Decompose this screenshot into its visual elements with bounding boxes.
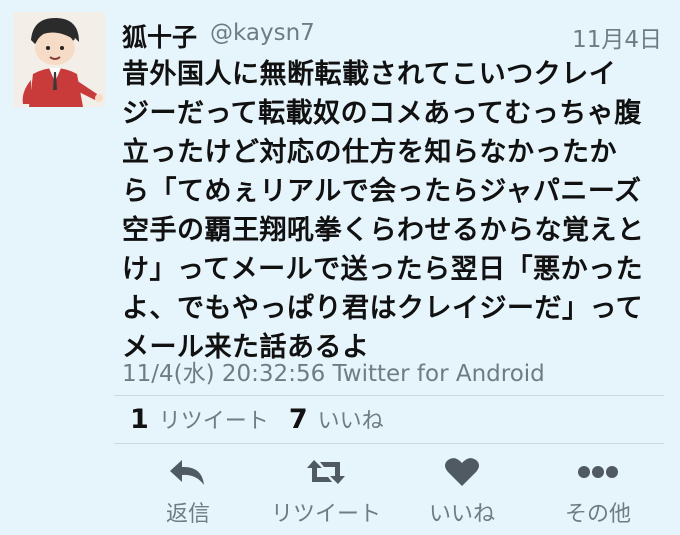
retweet-label: リツイート: [270, 502, 381, 527]
divider: [114, 443, 664, 444]
like-label: いいね: [428, 502, 495, 527]
retweet-icon: [307, 460, 345, 484]
like-button[interactable]: いいね: [392, 452, 532, 528]
avatar-illustration: [13, 12, 105, 107]
tweet-header: 狐十子 @kaysn7 11月4日: [122, 18, 662, 54]
tweet-timestamp: 11/4(水) 20:32:56 Twitter for Android: [122, 361, 545, 387]
retweet-count-label[interactable]: リツイート: [159, 403, 269, 435]
like-count-label[interactable]: いいね: [318, 403, 384, 435]
reply-label: 返信: [165, 502, 210, 527]
display-name[interactable]: 狐十子: [122, 18, 197, 54]
tweet-text: 昔外国人に無断転載されてこいつクレイ ジーだって転載奴のコメあってむっちゃ腹 立…: [122, 59, 645, 363]
more-button[interactable]: その他: [528, 452, 668, 528]
heart-icon: [445, 458, 479, 486]
more-dots-icon: [578, 466, 618, 478]
divider: [114, 395, 664, 396]
user-handle[interactable]: @kaysn7: [210, 20, 315, 46]
retweet-count[interactable]: 1: [130, 404, 149, 435]
action-bar: 返信 リツイート いいね その他: [122, 452, 664, 532]
tweet-date: 11月4日: [572, 27, 662, 53]
more-label: その他: [564, 502, 631, 527]
avatar[interactable]: [13, 12, 105, 107]
reply-icon: [170, 460, 204, 485]
reply-button[interactable]: 返信: [118, 452, 258, 528]
tweet-stats: 1 リツイート 7 いいね: [130, 403, 404, 435]
retweet-button[interactable]: リツイート: [256, 452, 396, 528]
like-count[interactable]: 7: [289, 404, 308, 435]
